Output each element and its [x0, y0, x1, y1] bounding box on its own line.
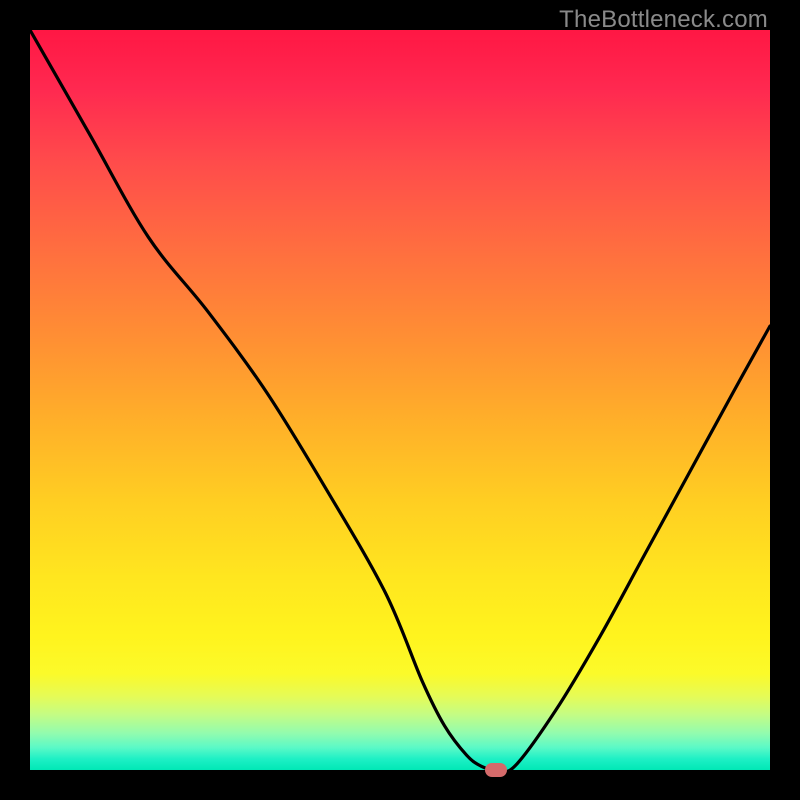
chart-container: TheBottleneck.com [0, 0, 800, 800]
curve-svg [30, 30, 770, 770]
optimal-point-marker [485, 763, 507, 777]
bottleneck-curve-path [30, 30, 770, 770]
plot-area [30, 30, 770, 770]
